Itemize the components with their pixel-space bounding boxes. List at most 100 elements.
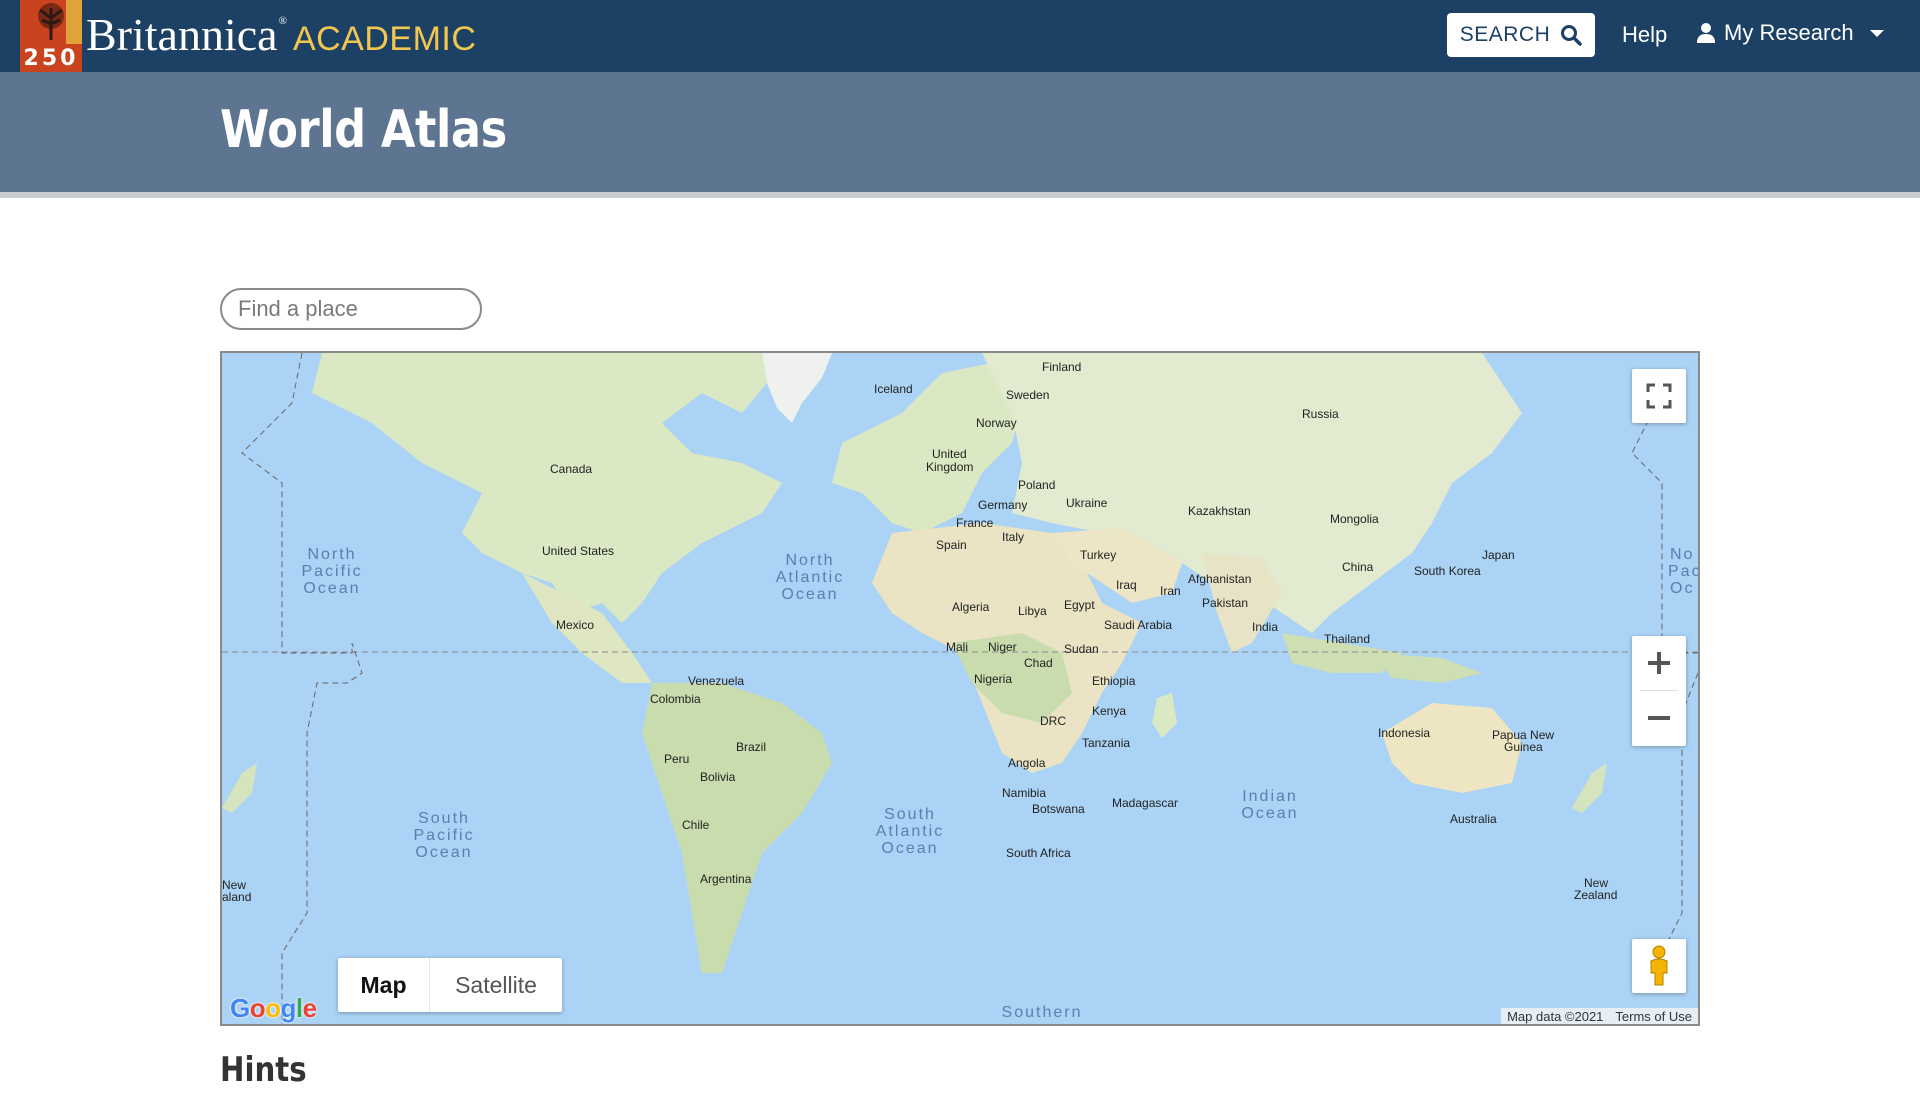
- map-label-mexico: Mexico: [556, 618, 594, 632]
- map-label-colombia: Colombia: [650, 692, 701, 706]
- minus-icon: [1648, 716, 1670, 720]
- map-label-namibia: Namibia: [1002, 786, 1046, 800]
- map-label-ukraine: Ukraine: [1066, 496, 1108, 510]
- map-label-venezuela: Venezuela: [688, 674, 744, 688]
- map-label-guinea: Guinea: [1504, 740, 1543, 754]
- map-label-madagascar: Madagascar: [1112, 796, 1178, 810]
- page-title: World Atlas: [220, 100, 507, 160]
- map-label-finland: Finland: [1042, 360, 1081, 374]
- find-a-place-input[interactable]: [220, 288, 482, 330]
- help-link[interactable]: Help: [1622, 22, 1667, 48]
- fullscreen-icon: [1646, 383, 1672, 409]
- map-label-zealand: Zealand: [1574, 888, 1617, 902]
- user-icon: [1697, 23, 1715, 43]
- zoom-in-button[interactable]: [1632, 636, 1686, 690]
- map-type-satellite-button[interactable]: Satellite: [430, 958, 562, 1012]
- logo-anniversary-number: 250: [23, 46, 79, 71]
- ocean-label-south-pacific-1: South: [418, 810, 470, 827]
- map-canvas[interactable]: Finland Iceland Sweden Norway Russia Uni…: [222, 353, 1698, 1024]
- map-label-norway: Norway: [976, 416, 1017, 430]
- ocean-label-south-atlantic-1: South: [884, 806, 936, 823]
- ocean-label-north-atlantic-1: North: [785, 552, 834, 569]
- ocean-label-indian-1: Indian: [1242, 788, 1298, 805]
- street-view-pegman-button[interactable]: [1632, 939, 1686, 993]
- ocean-label-north-atlantic-2: Atlantic: [776, 569, 844, 586]
- map-label-pakistan: Pakistan: [1202, 596, 1248, 610]
- map-attribution: Map data ©2021 Terms of Use: [1501, 1008, 1698, 1024]
- google-logo-letter: g: [280, 993, 297, 1023]
- map-label-mali: Mali: [946, 640, 968, 654]
- map-label-nigeria: Nigeria: [974, 672, 1012, 686]
- hints-heading: Hints: [220, 1050, 307, 1090]
- google-logo-letter: o: [265, 993, 281, 1023]
- map-label-united: United: [932, 447, 967, 461]
- map-type-map-button[interactable]: Map: [338, 958, 430, 1012]
- map-label-mongolia: Mongolia: [1330, 512, 1379, 526]
- map-label-kazakhstan: Kazakhstan: [1188, 504, 1251, 518]
- map-label-argentina: Argentina: [700, 872, 752, 886]
- my-research-menu[interactable]: My Research: [1696, 20, 1884, 46]
- ocean-label-north-pacific-1: North: [307, 546, 356, 563]
- map-label-australia: Australia: [1450, 812, 1497, 826]
- map-label-thailand: Thailand: [1324, 632, 1370, 646]
- map-label-sweden: Sweden: [1006, 388, 1049, 402]
- google-logo-letter: o: [249, 993, 266, 1023]
- map-label-spain: Spain: [936, 538, 967, 552]
- map-label-india: India: [1252, 620, 1278, 634]
- map-type-control: Map Satellite: [338, 958, 562, 1012]
- google-logo-letter: G: [230, 993, 250, 1023]
- map-label-south-korea: South Korea: [1414, 564, 1481, 578]
- map-label-iceland: Iceland: [874, 382, 913, 396]
- brand-name: Britannica: [86, 9, 278, 60]
- ocean-label-south-pacific-2: Pacific: [413, 827, 474, 844]
- ocean-label-north-pacific-3: Ocean: [303, 580, 360, 597]
- map-label-canada: Canada: [550, 462, 592, 476]
- pegman-icon: [1650, 945, 1668, 986]
- ocean-label-south-atlantic-3: Ocean: [881, 840, 938, 857]
- fullscreen-button[interactable]: [1632, 369, 1686, 423]
- map-label-iran: Iran: [1160, 584, 1181, 598]
- map-label-botswana: Botswana: [1032, 802, 1085, 816]
- map-label-japan: Japan: [1482, 548, 1515, 562]
- map-label-germany: Germany: [978, 498, 1027, 512]
- britannica-academic-wordmark[interactable]: Britannica ® ACADEMIC: [86, 8, 476, 64]
- top-navigation-bar: 250 Britannica ® ACADEMIC SEARCH Help My…: [0, 0, 1920, 72]
- google-logo-letter: l: [295, 993, 303, 1023]
- britannica-250-logo[interactable]: 250: [20, 0, 82, 72]
- ocean-label-south-pacific-3: Ocean: [415, 844, 472, 861]
- map-label-egypt: Egypt: [1064, 598, 1095, 612]
- map-label-turkey: Turkey: [1080, 548, 1116, 562]
- map-label-saudi-arabia: Saudi Arabia: [1104, 618, 1172, 632]
- search-button[interactable]: SEARCH: [1447, 13, 1595, 57]
- ocean-label-north-pacific-2: Pacific: [301, 563, 362, 580]
- registered-mark: ®: [278, 15, 287, 27]
- map-label-brazil: Brazil: [736, 740, 766, 754]
- map-label-sudan: Sudan: [1064, 642, 1099, 656]
- zoom-out-button[interactable]: [1632, 691, 1686, 745]
- world-map[interactable]: Finland Iceland Sweden Norway Russia Uni…: [220, 351, 1700, 1026]
- map-label-poland: Poland: [1018, 478, 1055, 492]
- map-label-bolivia: Bolivia: [700, 770, 736, 784]
- ocean-label-south-atlantic-2: Atlantic: [876, 823, 944, 840]
- map-label-kenya: Kenya: [1092, 704, 1126, 718]
- map-label-kingdom: Kingdom: [926, 460, 973, 474]
- chevron-down-icon: [1869, 29, 1884, 37]
- map-label-indonesia: Indonesia: [1378, 726, 1430, 740]
- ocean-label-north-atlantic-3: Ocean: [781, 586, 838, 603]
- map-label-ethiopia: Ethiopia: [1092, 674, 1136, 688]
- ocean-label-north-pacific-right-3: Oc: [1670, 580, 1694, 597]
- map-label-peru: Peru: [664, 752, 689, 766]
- tree-emblem-icon: [20, 0, 82, 44]
- map-label-united-states: United States: [542, 544, 614, 558]
- map-label-russia: Russia: [1302, 407, 1339, 421]
- terms-of-use-link[interactable]: Terms of Use: [1609, 1009, 1698, 1024]
- ocean-label-southern: Southern: [1002, 1004, 1083, 1021]
- map-label-chad: Chad: [1024, 656, 1053, 670]
- plus-icon: [1648, 652, 1670, 674]
- map-label-angola: Angola: [1008, 756, 1046, 770]
- map-label-niger: Niger: [988, 640, 1017, 654]
- map-label-algeria: Algeria: [952, 600, 990, 614]
- google-logo[interactable]: Google: [230, 993, 317, 1024]
- map-label-italy: Italy: [1002, 530, 1024, 544]
- ocean-label-indian-2: Ocean: [1241, 805, 1298, 822]
